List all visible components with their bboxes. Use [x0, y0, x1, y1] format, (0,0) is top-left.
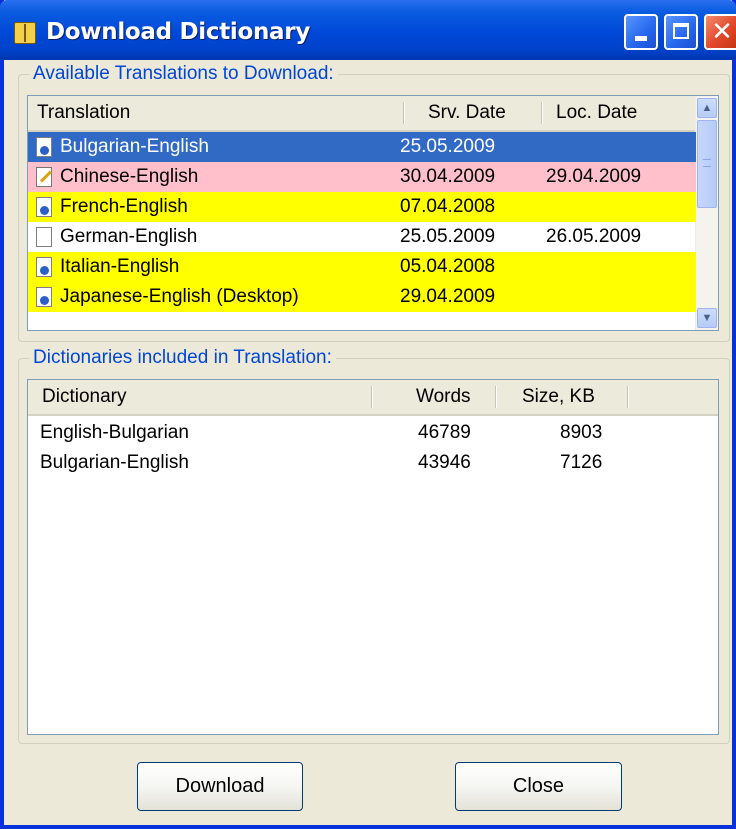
download-doc-icon	[36, 137, 52, 157]
dictionaries-list[interactable]: Dictionary Words Size, KB English-Bulgar…	[27, 379, 719, 735]
dictionaries-header: Dictionary Words Size, KB	[28, 380, 718, 416]
translation-row[interactable]: Bulgarian-English 25.05.2009	[28, 132, 696, 162]
dictionary-words: 46789	[418, 422, 471, 443]
translations-header: Translation Srv. Date Loc. Date	[28, 96, 696, 132]
dictionary-book-icon	[14, 22, 36, 44]
translation-srv-date: 29.04.2009	[400, 286, 496, 307]
translation-row[interactable]: German-English 25.05.2009 26.05.2009	[28, 222, 696, 252]
doc-icon	[36, 227, 52, 247]
column-size-kb[interactable]: Size, KB	[496, 380, 628, 412]
dictionaries-group-label: Dictionaries included in Translation:	[29, 347, 336, 369]
minimize-button[interactable]	[624, 14, 658, 50]
close-icon: ✕	[711, 17, 733, 47]
scroll-thumb[interactable]	[697, 120, 717, 208]
translation-row[interactable]: Chinese-English 30.04.2009 29.04.2009	[28, 162, 696, 192]
maximize-button[interactable]	[664, 14, 698, 50]
download-button[interactable]: Download	[137, 762, 303, 811]
dictionary-name: Bulgarian-English	[40, 452, 189, 473]
close-window-button[interactable]: ✕	[704, 14, 736, 50]
download-dictionary-window: Download Dictionary ✕ Available Translat…	[0, 0, 736, 829]
dictionary-size: 8903	[560, 422, 603, 443]
dictionary-size: 7126	[560, 452, 603, 473]
download-doc-icon	[36, 197, 52, 217]
column-srv-date[interactable]: Srv. Date	[404, 96, 542, 128]
download-doc-icon	[36, 287, 52, 307]
column-words[interactable]: Words	[372, 380, 496, 412]
title-bar[interactable]: Download Dictionary ✕	[0, 0, 736, 60]
translations-list[interactable]: Translation Srv. Date Loc. Date ▲ ▼ Bulg…	[27, 95, 719, 331]
close-button[interactable]: Close	[455, 762, 622, 811]
dictionary-row[interactable]: English-Bulgarian 46789 8903	[28, 418, 718, 448]
edit-doc-icon	[36, 167, 52, 187]
translation-loc-date: 26.05.2009	[546, 226, 642, 247]
dictionary-row[interactable]: Bulgarian-English 43946 7126	[28, 448, 718, 478]
column-loc-date[interactable]: Loc. Date	[542, 96, 696, 128]
translation-srv-date: 07.04.2008	[400, 196, 496, 217]
translation-name: Bulgarian-English	[60, 136, 209, 157]
translation-name: Japanese-English (Desktop)	[60, 286, 299, 307]
dictionaries-group: Dictionaries included in Translation: Di…	[18, 347, 730, 744]
translation-srv-date: 25.05.2009	[400, 226, 496, 247]
translation-srv-date: 25.05.2009	[400, 136, 496, 157]
translations-scrollbar[interactable]: ▲ ▼	[695, 96, 718, 330]
translation-row[interactable]: Japanese-English (Desktop) 29.04.2009	[28, 282, 696, 312]
translation-row[interactable]: French-English 07.04.2008	[28, 192, 696, 222]
translation-srv-date: 05.04.2008	[400, 256, 496, 277]
translation-name: Italian-English	[60, 256, 180, 277]
scroll-down-icon[interactable]: ▼	[697, 308, 717, 328]
translation-name: German-English	[60, 226, 198, 247]
translations-group: Available Translations to Download: Tran…	[18, 63, 730, 342]
column-dictionary[interactable]: Dictionary	[28, 380, 372, 412]
scroll-up-icon[interactable]: ▲	[697, 98, 717, 118]
translation-srv-date: 30.04.2009	[400, 166, 496, 187]
dictionary-name: English-Bulgarian	[40, 422, 189, 443]
dictionary-words: 43946	[418, 452, 471, 473]
translation-name: French-English	[60, 196, 188, 217]
translation-loc-date: 29.04.2009	[546, 166, 642, 187]
download-doc-icon	[36, 257, 52, 277]
window-title: Download Dictionary	[46, 19, 311, 45]
translation-row[interactable]: Italian-English 05.04.2008	[28, 252, 696, 282]
translation-name: Chinese-English	[60, 166, 199, 187]
translations-group-label: Available Translations to Download:	[29, 63, 338, 85]
column-translation[interactable]: Translation	[28, 96, 404, 128]
